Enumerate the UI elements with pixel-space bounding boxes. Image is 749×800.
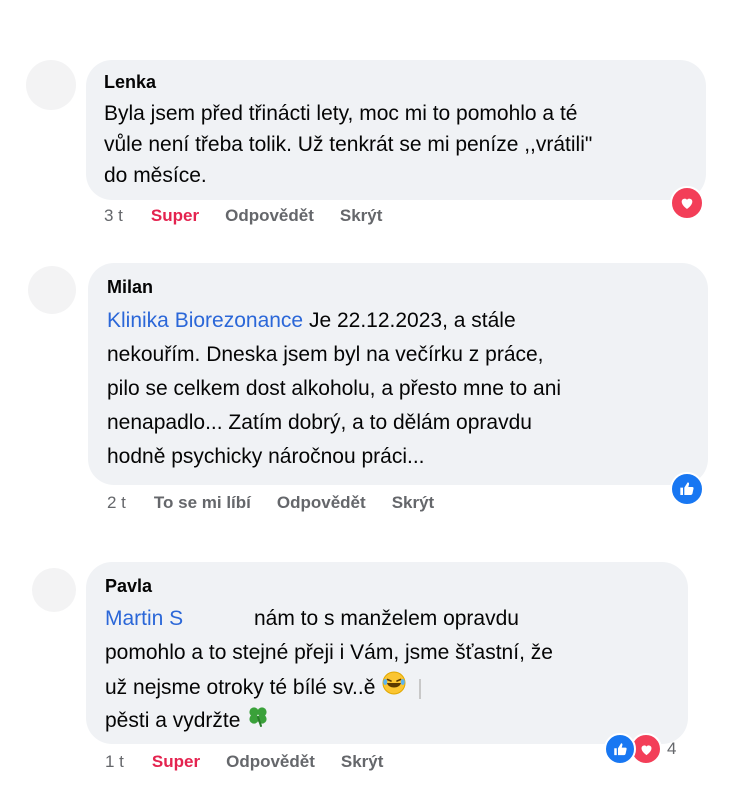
reply-button[interactable]: Odpovědět xyxy=(226,752,315,772)
comment-text-line: hodně psychicky náročnou práci... xyxy=(107,445,425,468)
text-cursor xyxy=(419,678,422,699)
reaction-button[interactable]: Super xyxy=(151,206,199,226)
comment-text-fragment: Je 22.12.2023, a stále xyxy=(303,309,516,332)
reaction-button[interactable]: Super xyxy=(152,752,200,772)
comment-text-line: do měsíce. xyxy=(104,164,207,187)
reply-button[interactable]: Odpovědět xyxy=(277,493,366,513)
comment-author[interactable]: Lenka xyxy=(104,72,156,93)
comment-text-line: pilo se celkem dost alkoholu, a přesto m… xyxy=(107,377,562,400)
like-reaction-icon[interactable] xyxy=(604,733,636,765)
comment-actions: 2 t To se mi líbí Odpovědět Skrýt xyxy=(107,493,460,513)
comment-author[interactable]: Milan xyxy=(107,277,153,298)
comment-text-line: Byla jsem před třinácti lety, moc mi to … xyxy=(104,102,578,125)
hide-button[interactable]: Skrýt xyxy=(341,752,384,772)
like-reaction-icon[interactable] xyxy=(670,472,704,506)
avatar[interactable] xyxy=(26,60,76,110)
comment-text-line: nenapadlo... Zatím dobrý, a to dělám opr… xyxy=(107,411,532,434)
hide-button[interactable]: Skrýt xyxy=(340,206,383,226)
comment-author[interactable]: Pavla xyxy=(105,576,152,597)
comment-timestamp[interactable]: 1 t xyxy=(105,752,124,772)
reaction-count[interactable]: 4 xyxy=(667,739,676,759)
comment-text-line: pěsti a vydržte xyxy=(105,704,270,739)
laughing-emoji-icon xyxy=(381,670,407,707)
clover-emoji-icon xyxy=(246,704,270,739)
comment-text-line: nekouřím. Dneska jsem byl na večírku z p… xyxy=(107,343,544,366)
reaction-button[interactable]: To se mi líbí xyxy=(154,493,251,513)
comment-text-line: už nejsme otroky té bílé sv..ě xyxy=(105,670,422,707)
comment-actions: 1 t Super Odpovědět Skrýt xyxy=(105,752,409,772)
comment-timestamp[interactable]: 2 t xyxy=(107,493,126,513)
heart-reaction-icon[interactable] xyxy=(670,186,704,220)
mention-link[interactable]: Martin S xyxy=(105,602,183,636)
comment-text-fragment: pěsti a vydržte xyxy=(105,709,241,733)
comment-timestamp[interactable]: 3 t xyxy=(104,206,123,226)
reply-button[interactable]: Odpovědět xyxy=(225,206,314,226)
avatar[interactable] xyxy=(28,266,76,314)
mention-link[interactable]: Klinika Biorezonance xyxy=(107,309,303,332)
comment-text-fragment: už nejsme otroky té bílé sv..ě xyxy=(105,676,376,700)
comment-actions: 3 t Super Odpovědět Skrýt xyxy=(104,206,408,226)
hide-button[interactable]: Skrýt xyxy=(392,493,435,513)
avatar[interactable] xyxy=(32,568,76,612)
comment-text-line: Klinika Biorezonance Je 22.12.2023, a st… xyxy=(107,304,516,338)
comment-text-line: nám to s manželem opravdu xyxy=(254,607,519,630)
comment-text-line: pomohlo a to stejné přeji i Vám, jsme šť… xyxy=(105,641,553,664)
comment-text-line: vůle není třeba tolik. Už tenkrát se mi … xyxy=(104,133,593,156)
